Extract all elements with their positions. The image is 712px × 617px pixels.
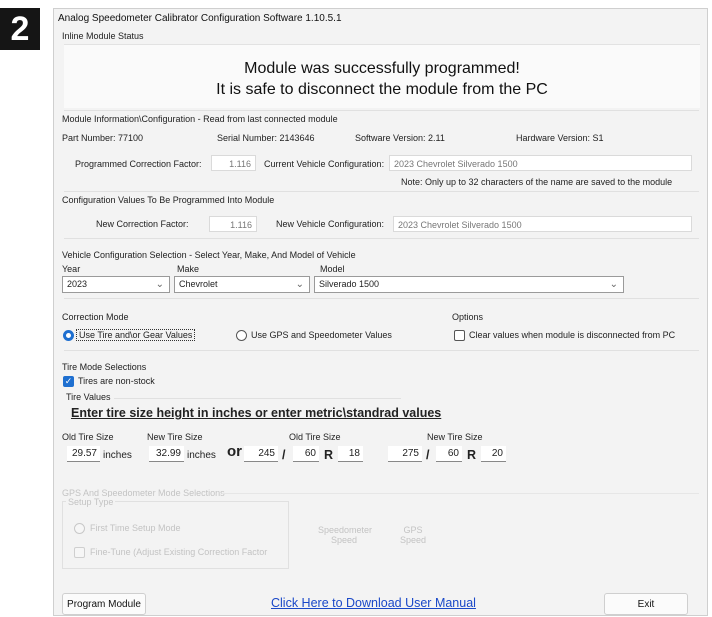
chevron-down-icon: ⌄ [155, 279, 164, 290]
old-tire-width-input[interactable]: 245 [244, 446, 278, 462]
separator [64, 110, 699, 111]
config-values-group-label: Configuration Values To Be Programmed In… [62, 195, 275, 205]
new-tire-inches-input[interactable]: 32.99 [149, 446, 184, 462]
fine-tune-label[interactable]: Fine-Tune (Adjust Existing Correction Fa… [90, 547, 267, 557]
character-limit-note: Note: Only up to 32 characters of the na… [401, 177, 673, 187]
chevron-down-icon: ⌄ [609, 279, 618, 290]
metric-new-tire-label: New Tire Size [427, 432, 483, 442]
rim-letter: R [467, 448, 477, 462]
new-correction-factor-label: New Correction Factor: [96, 219, 189, 229]
new-vehicle-config-field[interactable]: 2023 Chevrolet Silverado 1500 [393, 216, 692, 232]
separator [64, 191, 699, 192]
model-select[interactable]: Silverado 1500 ⌄ [314, 276, 624, 293]
new-tire-size-label: New Tire Size [147, 432, 203, 442]
chevron-down-icon: ⌄ [295, 279, 304, 290]
clear-values-label[interactable]: Clear values when module is disconnected… [469, 330, 675, 340]
slash-separator: / [426, 448, 430, 462]
fine-tune-checkbox[interactable] [74, 547, 85, 558]
model-select-value: Silverado 1500 [319, 279, 380, 289]
first-time-setup-label[interactable]: First Time Setup Mode [90, 523, 181, 533]
gps-mode-radio-label[interactable]: Use GPS and Speedometer Values [251, 330, 392, 340]
separator [114, 398, 401, 399]
non-stock-label[interactable]: Tires are non-stock [78, 376, 155, 386]
status-panel: Module was successfully programmed! It i… [64, 44, 700, 108]
tire-mode-radio[interactable] [63, 330, 74, 341]
year-label: Year [62, 264, 81, 274]
clear-values-checkbox[interactable] [454, 330, 465, 341]
status-group-label: Inline Module Status [62, 31, 144, 41]
serial-number: Serial Number: 2143646 [217, 133, 315, 143]
separator [64, 298, 699, 299]
programmed-correction-factor-field: 1.116 [211, 155, 256, 171]
make-label: Make [177, 264, 200, 274]
year-select-value: 2023 [67, 279, 88, 289]
exit-button[interactable]: Exit [604, 593, 688, 615]
metric-old-tire-label: Old Tire Size [289, 432, 341, 442]
old-tire-rim-input[interactable]: 18 [338, 446, 363, 462]
new-vehicle-config-label: New Vehicle Configuration: [276, 219, 385, 229]
model-label: Model [320, 264, 345, 274]
separator [64, 238, 699, 239]
vehicle-selection-group-label: Vehicle Configuration Selection - Select… [62, 250, 356, 260]
program-module-button[interactable]: Program Module [62, 593, 146, 615]
download-manual-link[interactable]: Click Here to Download User Manual [271, 596, 476, 610]
new-tire-width-input[interactable]: 275 [388, 446, 422, 462]
old-tire-size-label: Old Tire Size [62, 432, 114, 442]
setup-type-label: Setup Type [66, 497, 116, 507]
status-success-message: Module was successfully programmed! [244, 60, 520, 77]
options-group-label: Options [452, 312, 484, 322]
software-version: Software Version: 2.11 [355, 133, 445, 143]
first-time-setup-radio[interactable] [74, 523, 85, 534]
correction-mode-group-label: Correction Mode [62, 312, 129, 322]
tire-size-instruction: Enter tire size height in inches or ente… [71, 406, 442, 420]
old-tire-aspect-input[interactable]: 60 [293, 446, 319, 462]
speedometer-speed-label: Speedometer Speed [318, 525, 373, 545]
new-tire-aspect-input[interactable]: 60 [436, 446, 462, 462]
current-vehicle-config-field: 2023 Chevrolet Silverado 1500 [389, 155, 692, 171]
make-select[interactable]: Chevrolet ⌄ [174, 276, 310, 293]
make-select-value: Chevrolet [179, 279, 218, 289]
tire-mode-radio-label[interactable]: Use Tire and\or Gear Values [76, 329, 196, 341]
gps-mode-radio[interactable] [236, 330, 247, 341]
new-correction-factor-field[interactable]: 1.116 [209, 216, 257, 232]
new-tire-rim-input[interactable]: 20 [481, 446, 506, 462]
gps-speed-label: GPS Speed [399, 525, 427, 545]
setup-type-box [62, 501, 289, 569]
non-stock-checkbox[interactable]: ✓ [63, 376, 74, 387]
year-select[interactable]: 2023 ⌄ [62, 276, 170, 293]
status-disconnect-message: It is safe to disconnect the module from… [216, 81, 548, 98]
old-tire-inches-input[interactable]: 29.57 [67, 446, 100, 462]
programmed-correction-factor-label: Programmed Correction Factor: [75, 159, 202, 169]
old-tire-inches-unit: inches [103, 450, 132, 461]
tire-mode-group-label: Tire Mode Selections [62, 362, 147, 372]
part-number: Part Number: 77100 [62, 133, 144, 143]
app-window: Analog Speedometer Calibrator Configurat… [53, 8, 708, 616]
separator [64, 350, 699, 351]
module-info-group-label: Module Information\Configuration - Read … [62, 114, 338, 124]
or-separator: or [227, 443, 242, 460]
rim-letter: R [324, 448, 334, 462]
window-title: Analog Speedometer Calibrator Configurat… [58, 13, 342, 24]
current-vehicle-config-label: Current Vehicle Configuration: [264, 159, 385, 169]
separator [222, 493, 699, 494]
slash-separator: / [282, 448, 286, 462]
hardware-version: Hardware Version: S1 [516, 133, 604, 143]
new-tire-inches-unit: inches [187, 450, 216, 461]
tire-values-label: Tire Values [66, 392, 111, 402]
step-number-badge: 2 [0, 8, 40, 50]
